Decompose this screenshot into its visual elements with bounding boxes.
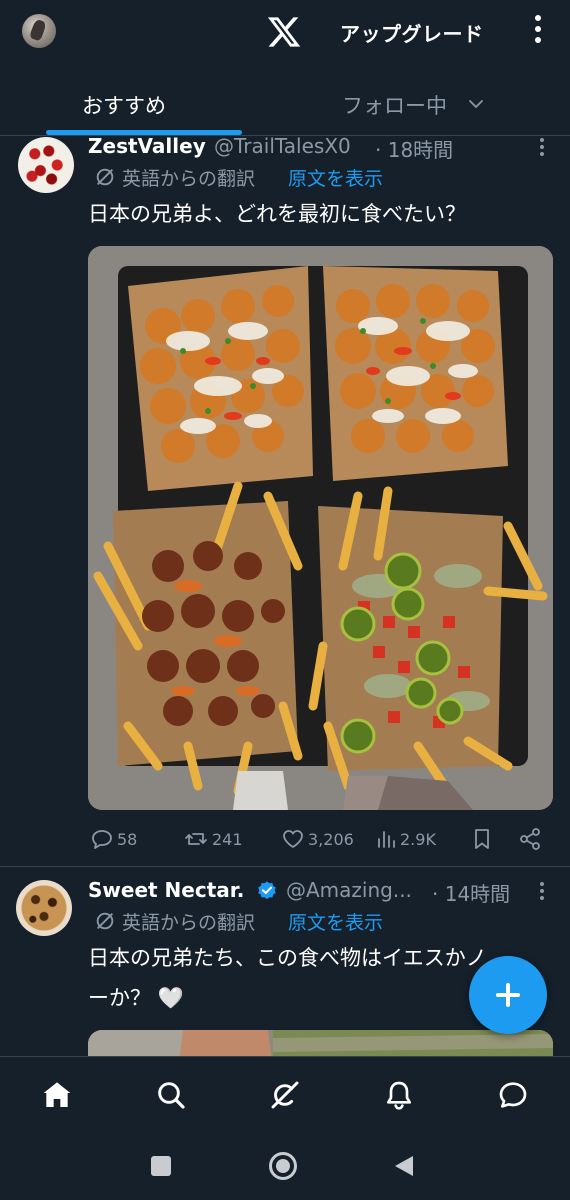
back-button[interactable] [393,1154,415,1178]
chevron-down-icon[interactable] [468,96,484,112]
tab-recommended[interactable]: おすすめ [82,90,166,120]
tweet-text: 日本の兄弟よ、どれを最初に食べたい？ [88,202,466,226]
like-icon[interactable] [281,827,305,851]
compose-button[interactable] [469,956,547,1034]
grok-translate-icon [96,168,114,186]
reply-count: 58 [117,830,138,849]
repost-count: 241 [212,830,243,849]
tweet-media-image[interactable] [88,246,553,810]
search-icon[interactable] [155,1079,187,1111]
repost-icon[interactable] [184,827,208,851]
verified-badge-icon [258,881,276,900]
messages-icon[interactable] [497,1079,529,1111]
tweet-timestamp[interactable]: · 18時間 [375,134,453,163]
food-photo [88,246,553,810]
tweet-text-line-1: 日本の兄弟たち、この食べ物はイエスかノ [88,946,487,970]
tweet-divider [0,866,570,867]
bookmark-icon[interactable] [470,827,494,851]
more-options-icon[interactable] [528,14,548,44]
tweet-author-avatar[interactable] [16,880,72,936]
tweet-author-name[interactable]: Sweet Nectar. [88,878,244,902]
tweet-timestamp[interactable]: · 14時間 [432,878,510,907]
tweet-more-icon[interactable] [538,138,546,158]
like-count: 3,206 [308,830,354,849]
show-original-link[interactable]: 原文を表示 [288,908,383,935]
translated-label: 英語からの翻訳 [122,912,256,934]
upgrade-button[interactable]: アップグレード [340,18,484,47]
grok-icon[interactable] [269,1079,301,1111]
top-bar: アップグレード [0,0,570,64]
tab-following[interactable]: フォロー中 [342,90,447,120]
tweet-author-name[interactable]: ZestValley [88,134,206,158]
recents-button[interactable] [151,1156,171,1176]
grok-translate-icon [96,912,114,930]
views-icon[interactable] [374,827,398,851]
tweet-more-icon[interactable] [538,882,546,902]
bottom-nav [0,1056,570,1136]
home-button[interactable] [269,1152,297,1180]
home-icon[interactable] [41,1079,73,1111]
share-icon[interactable] [518,827,542,851]
system-nav-bar [0,1136,570,1200]
tweet-text-line-2: ーか？ 🤍 [88,986,184,1010]
tweet-author-handle[interactable]: @Amazing... [286,878,412,902]
tweet-author-handle[interactable]: @TrailTalesX0 [214,134,351,158]
view-count: 2.9K [400,830,436,849]
tweet-author-avatar[interactable] [18,137,74,193]
show-original-link[interactable]: 原文を表示 [288,164,383,191]
reply-icon[interactable] [90,827,114,851]
x-logo-icon[interactable] [266,14,302,50]
notifications-icon[interactable] [383,1079,415,1111]
profile-avatar[interactable] [22,14,56,48]
translated-label: 英語からの翻訳 [122,168,256,190]
